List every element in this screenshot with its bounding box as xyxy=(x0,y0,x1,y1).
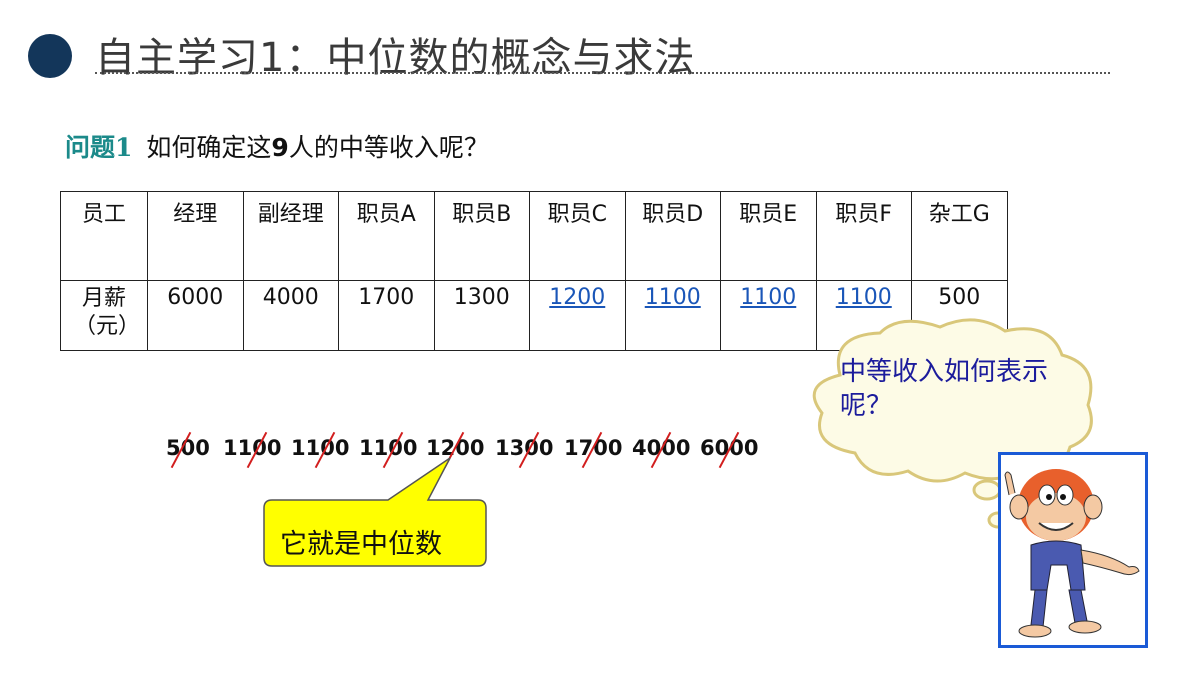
salary-cell: 6000 xyxy=(147,280,244,351)
column-header: 杂工G xyxy=(911,191,1008,281)
question-line: 问题1 如何确定这9人的中等收入呢？ xyxy=(65,128,489,164)
table-row-staff: 员工 经理 副经理 职员A 职员B 职员C 职员D 职员E 职员F 杂工G xyxy=(60,191,1008,281)
salary-cell: 4000 xyxy=(242,280,339,351)
salary-cell: 1700 xyxy=(338,280,435,351)
title-divider xyxy=(95,72,1110,74)
salary-cell-linked[interactable]: 1100 xyxy=(624,280,721,351)
salary-link[interactable]: 1100 xyxy=(645,285,701,310)
column-header: 职员F xyxy=(815,191,912,281)
title-bullet-dot xyxy=(28,34,72,78)
column-header: 职员C xyxy=(529,191,626,281)
question-label: 问题1 xyxy=(65,133,133,162)
thought-bubble-text: 中等收入如何表示呢？ xyxy=(840,357,1049,421)
callout-text: 它就是中位数 xyxy=(280,529,442,560)
salary-link[interactable]: 1200 xyxy=(549,285,605,310)
question-text-after: 人的中等收入呢？ xyxy=(288,133,489,162)
question-number: 9 xyxy=(271,133,289,162)
column-header: 经理 xyxy=(147,191,244,281)
column-header: 职员B xyxy=(433,191,530,281)
monkey-illustration xyxy=(1004,469,1140,638)
row-header-salary: 月薪（元） xyxy=(60,280,148,351)
column-header: 职员E xyxy=(720,191,817,281)
column-header: 副经理 xyxy=(242,191,339,281)
column-header: 职员A xyxy=(338,191,435,281)
median-callout: 它就是中位数 xyxy=(260,450,490,570)
salary-cell-linked[interactable]: 1200 xyxy=(529,280,626,351)
salary-cell: 1300 xyxy=(433,280,530,351)
salary-link[interactable]: 1100 xyxy=(836,285,892,310)
column-header: 职员D xyxy=(624,191,721,281)
cartoon-monkey-icon xyxy=(998,452,1148,648)
row-header-salary-label: 月薪（元） xyxy=(74,286,141,339)
row-header-staff: 员工 xyxy=(60,191,148,281)
salary-link[interactable]: 1100 xyxy=(740,285,796,310)
question-text-before: 如何确定这 xyxy=(146,133,272,162)
sorted-number: 500 xyxy=(166,436,210,460)
page-title: 自主学习1：中位数的概念与求法 xyxy=(95,35,696,81)
